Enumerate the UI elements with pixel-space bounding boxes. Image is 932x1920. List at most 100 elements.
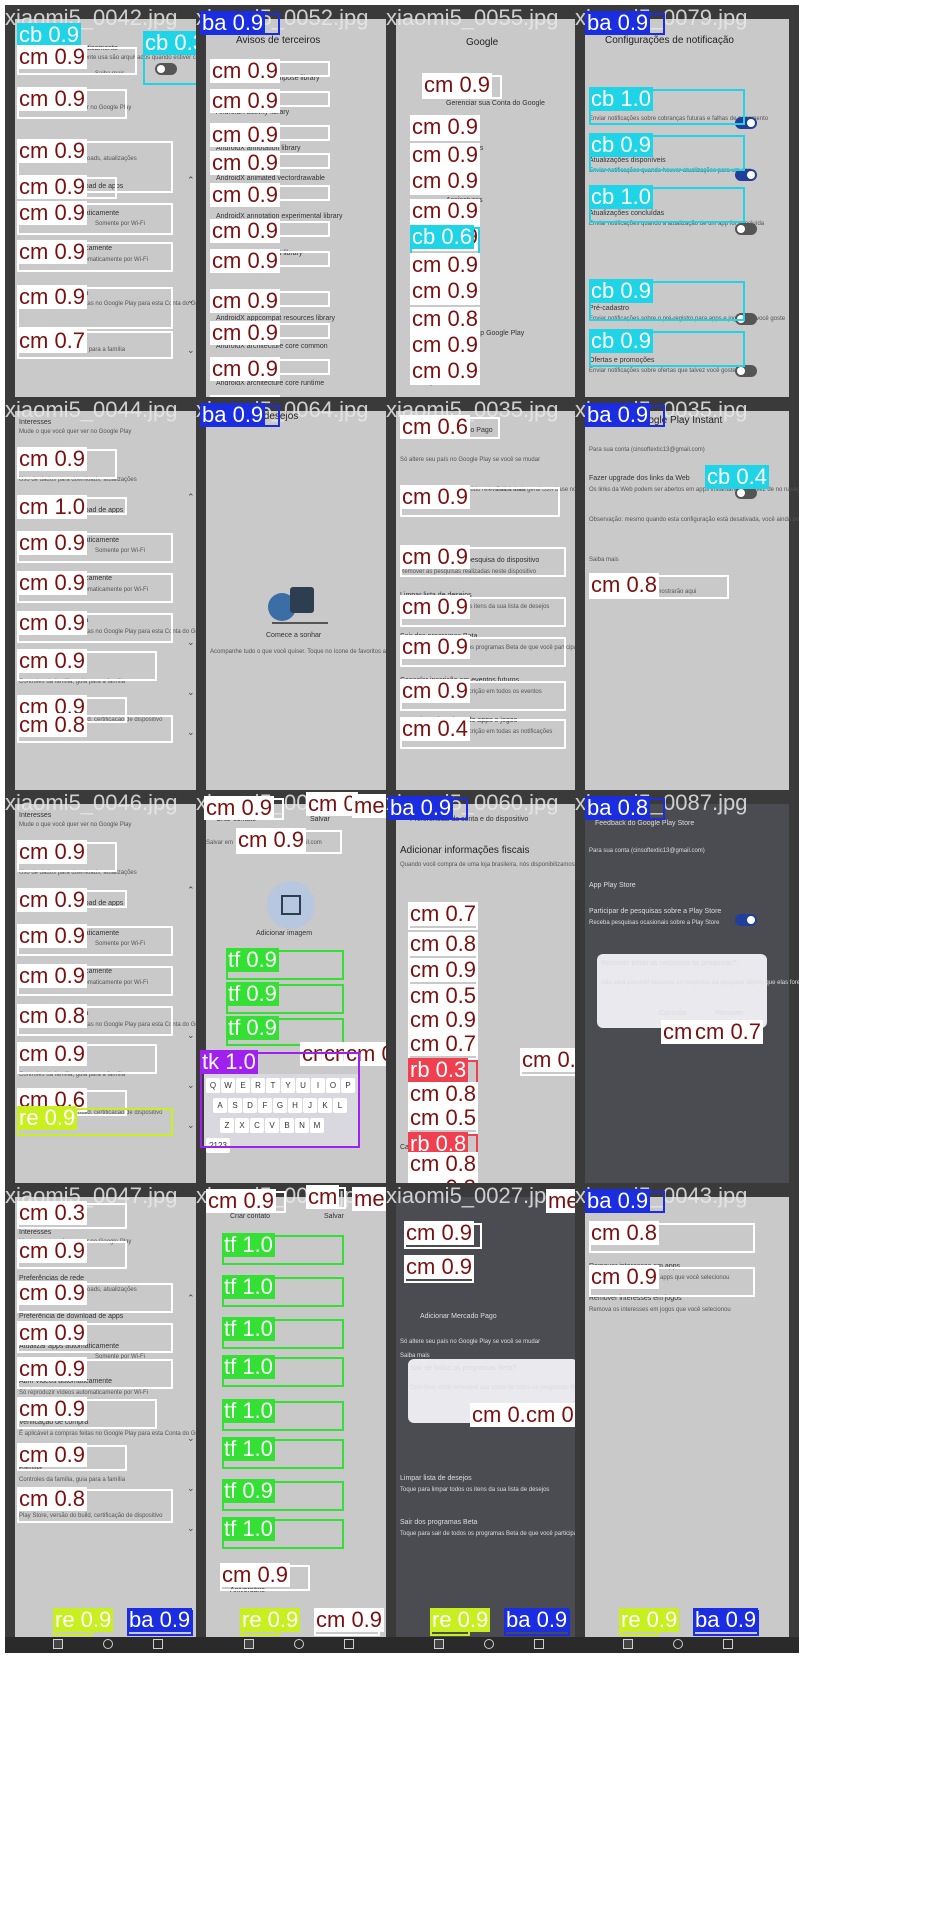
detection-label: tf 1.0 xyxy=(222,1274,275,1299)
ui-text: Saiba mais xyxy=(589,557,619,563)
ui-text: Configurações de notificação xyxy=(605,35,734,46)
chevron-up-icon[interactable]: ⌃ xyxy=(187,175,195,186)
recents-button[interactable] xyxy=(244,1639,254,1649)
detection-label: cm 0.9 xyxy=(17,1280,88,1305)
detection-label: me xyxy=(352,1186,387,1211)
detection-label: cm 0.9 xyxy=(17,200,88,225)
ui-text: Para sua conta (cinsoftextic13@gmail.com… xyxy=(589,447,705,453)
recents-button[interactable] xyxy=(53,1639,63,1649)
detection-label: cb 0.9 xyxy=(589,132,653,157)
detection-label: cm 0.9 xyxy=(408,1007,479,1032)
detection-label: rb 0.3 xyxy=(408,1057,469,1082)
toggle-switch[interactable] xyxy=(735,223,757,235)
detection-label: ba 0.9 xyxy=(693,1607,759,1632)
wishlist-illustration xyxy=(262,567,332,632)
chevron-down-icon[interactable]: ⌄ xyxy=(187,1523,195,1534)
chevron-down-icon[interactable]: ⌄ xyxy=(187,1483,195,1494)
detection-label: cm 0.9 xyxy=(404,1254,475,1279)
detection-label: cm 0.9 xyxy=(210,288,281,313)
detection-label: cm 0.9 xyxy=(17,839,88,864)
chevron-down-icon[interactable]: ⌄ xyxy=(187,687,195,698)
ui-text: AndroidX animated vectordrawable xyxy=(216,175,325,182)
detection-label: cb 0.6 xyxy=(410,224,474,249)
back-button[interactable] xyxy=(344,1639,354,1649)
detection-label: tf 1.0 xyxy=(222,1232,275,1257)
detection-label: cm 0.9 xyxy=(17,1442,88,1467)
detection-label: cm 0.8 xyxy=(589,572,660,597)
detection-label: ba 0.9 xyxy=(504,1607,570,1632)
recents-button[interactable] xyxy=(623,1639,633,1649)
chevron-up-icon[interactable]: ⌃ xyxy=(187,885,195,896)
detection-label: cm 0.9 xyxy=(17,284,88,309)
back-button[interactable] xyxy=(723,1639,733,1649)
detection-label: cm 0.8 xyxy=(589,1220,660,1245)
chevron-down-icon[interactable]: ⌄ xyxy=(187,1120,195,1131)
detection-label: cm 0.9 xyxy=(410,168,481,193)
chevron-down-icon[interactable]: ⌄ xyxy=(187,1080,195,1091)
detection-label: re 0.9 xyxy=(430,1607,491,1632)
detection-label: cm 0.9 xyxy=(17,138,88,163)
toggle-switch[interactable] xyxy=(735,914,757,926)
detection-label: cm 0.9 xyxy=(410,358,481,383)
detection-label: cm 0.9 xyxy=(410,114,481,139)
detection-label: cm 0.9 xyxy=(17,963,88,988)
chevron-up-icon[interactable]: ⌃ xyxy=(187,492,195,503)
recents-button[interactable] xyxy=(434,1639,444,1649)
home-button[interactable] xyxy=(103,1639,113,1649)
detection-label: me xyxy=(352,793,387,818)
ui-text: Comece a sonhar xyxy=(266,632,322,639)
detection-label: cm 0.9 xyxy=(17,610,88,635)
chevron-down-icon[interactable]: ⌄ xyxy=(187,1030,195,1041)
ui-text: AndroidX architecture core runtime xyxy=(216,380,325,387)
ui-text: Fazer upgrade dos links da Web xyxy=(589,475,690,482)
detection-label: ba 0.9 xyxy=(388,795,454,820)
detection-label: cm 0.9 xyxy=(410,278,481,303)
detection-label: cm 0.8 xyxy=(410,306,481,331)
home-button[interactable] xyxy=(673,1639,683,1649)
ui-text: Para sua conta (cinsoftextic13@gmail.com… xyxy=(589,848,705,854)
home-button[interactable] xyxy=(294,1639,304,1649)
detection-label: cm 0.9 xyxy=(589,1264,660,1289)
ui-text: Criar contato xyxy=(230,1213,271,1220)
back-button[interactable] xyxy=(534,1639,544,1649)
chevron-down-icon[interactable]: ⌄ xyxy=(187,727,195,738)
detection-label: cm 0.9 xyxy=(17,923,88,948)
detection-label: cm 0.9 xyxy=(404,1220,475,1245)
detection-label: re 0.9 xyxy=(17,1105,78,1130)
ui-text: Controles da família, guia para a famíli… xyxy=(19,1477,126,1483)
detection-label: cb 1.0 xyxy=(589,184,653,209)
ui-text: Sair de todos os programas Beta? xyxy=(410,1365,517,1372)
detection-label: tf 1.0 xyxy=(222,1316,275,1341)
ui-text: Sair dos programas Beta xyxy=(400,1519,478,1526)
detection-label: cm 0.9 xyxy=(422,72,493,97)
detection-label: ba 0.9 xyxy=(200,402,266,427)
ui-text: Interesses xyxy=(19,812,52,819)
detection-label: cm 0.9 xyxy=(410,142,481,167)
detection-label: cb 0.4 xyxy=(705,464,769,489)
detection-label: cm 0.9 xyxy=(410,252,481,277)
back-button[interactable] xyxy=(153,1639,163,1649)
chevron-down-icon[interactable]: ⌄ xyxy=(187,1433,195,1444)
detection-label: cm 0.9 xyxy=(210,218,281,243)
detection-label: cm 0.9 xyxy=(17,648,88,673)
ui-text: App Play Store xyxy=(589,882,636,889)
ui-text: Avisos de terceiros xyxy=(236,35,321,46)
chevron-down-icon[interactable]: ⌄ xyxy=(187,295,195,306)
detection-label: cm 0.7 xyxy=(408,1031,479,1056)
chevron-down-icon[interactable]: ⌄ xyxy=(187,345,195,356)
detection-label: cm 0.9 xyxy=(17,530,88,555)
detection-label: tf 1.0 xyxy=(222,1436,275,1461)
detection-label: cm 0.8 xyxy=(17,1003,88,1028)
detection-label: cm 0.7 xyxy=(693,1019,764,1044)
home-button[interactable] xyxy=(484,1639,494,1649)
ui-text: Observação: mesmo quando esta configuraç… xyxy=(589,517,799,523)
add-image-icon[interactable] xyxy=(266,880,316,935)
detection-label: ba 0.8 xyxy=(585,795,651,820)
chevron-up-icon[interactable]: ⌃ xyxy=(187,1293,195,1304)
ui-text: Google xyxy=(466,37,499,48)
chevron-down-icon[interactable]: ⌄ xyxy=(187,637,195,648)
detection-label: re 0.9 xyxy=(619,1607,680,1632)
detection-label: cm 0.9 xyxy=(400,634,471,659)
ui-text: Só altere seu país no Google Play se voc… xyxy=(400,1339,541,1345)
detection-label: ba 0.9 xyxy=(585,1188,651,1213)
